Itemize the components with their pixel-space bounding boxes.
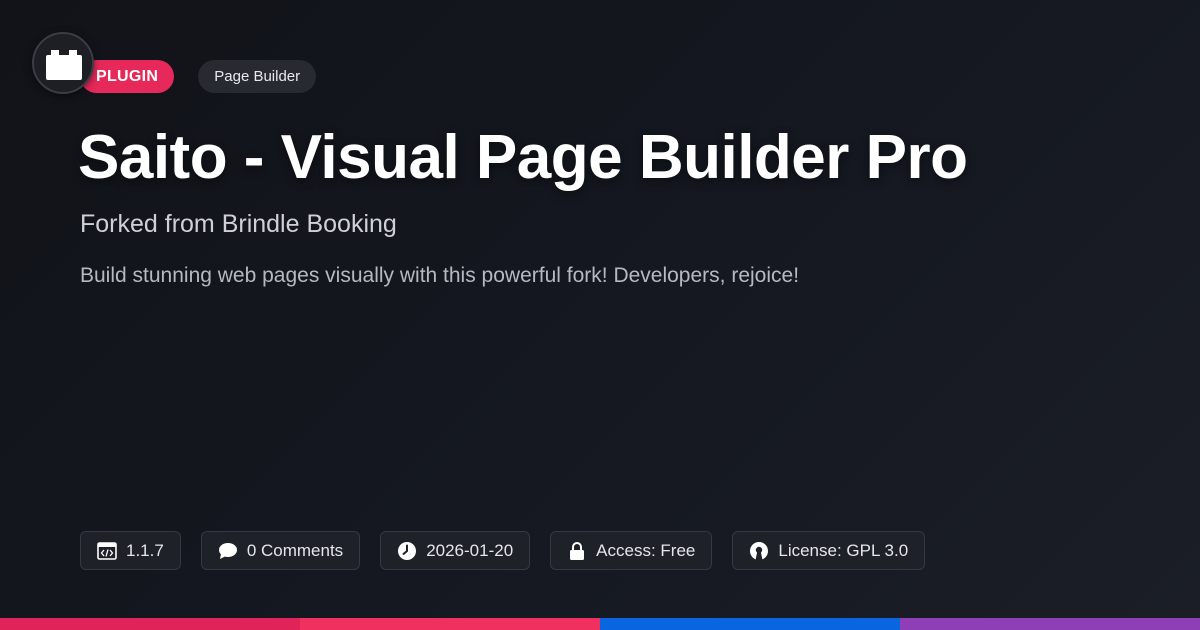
lock-icon — [567, 541, 587, 561]
stripe-segment — [0, 618, 300, 630]
stripe-segment — [300, 618, 600, 630]
page-description: Build stunning web pages visually with t… — [80, 264, 800, 287]
access-text: Access: Free — [596, 540, 696, 560]
access-pill: Access: Free — [550, 531, 713, 570]
badge-row: PLUGIN Page Builder — [80, 60, 317, 93]
category-badge[interactable]: Page Builder — [198, 60, 317, 93]
code-window-icon — [97, 541, 117, 561]
meta-row: 1.1.7 0 Comments 2026-01-20 Access: Free — [80, 531, 945, 570]
page-subtitle: Forked from Brindle Booking — [80, 210, 397, 238]
date-pill: 2026-01-20 — [380, 531, 531, 570]
license-pill: License: GPL 3.0 — [732, 531, 926, 570]
brand-logo — [32, 32, 94, 94]
comments-pill[interactable]: 0 Comments — [200, 531, 361, 570]
version-pill: 1.1.7 — [80, 531, 181, 570]
brand-color-stripe — [0, 618, 1200, 630]
clock-icon — [397, 541, 417, 561]
stripe-segment — [900, 618, 1200, 630]
comments-text: 0 Comments — [246, 540, 344, 560]
open-source-icon — [749, 541, 769, 561]
speech-bubble-icon — [218, 541, 238, 561]
type-badge[interactable]: PLUGIN — [80, 60, 175, 93]
license-text: License: GPL 3.0 — [778, 540, 909, 560]
stripe-segment — [600, 618, 900, 630]
page-title: Saito - Visual Page Builder Pro — [78, 123, 968, 192]
plugin-block-icon — [46, 50, 82, 80]
version-text: 1.1.7 — [126, 540, 164, 560]
date-text: 2026-01-20 — [426, 540, 514, 560]
